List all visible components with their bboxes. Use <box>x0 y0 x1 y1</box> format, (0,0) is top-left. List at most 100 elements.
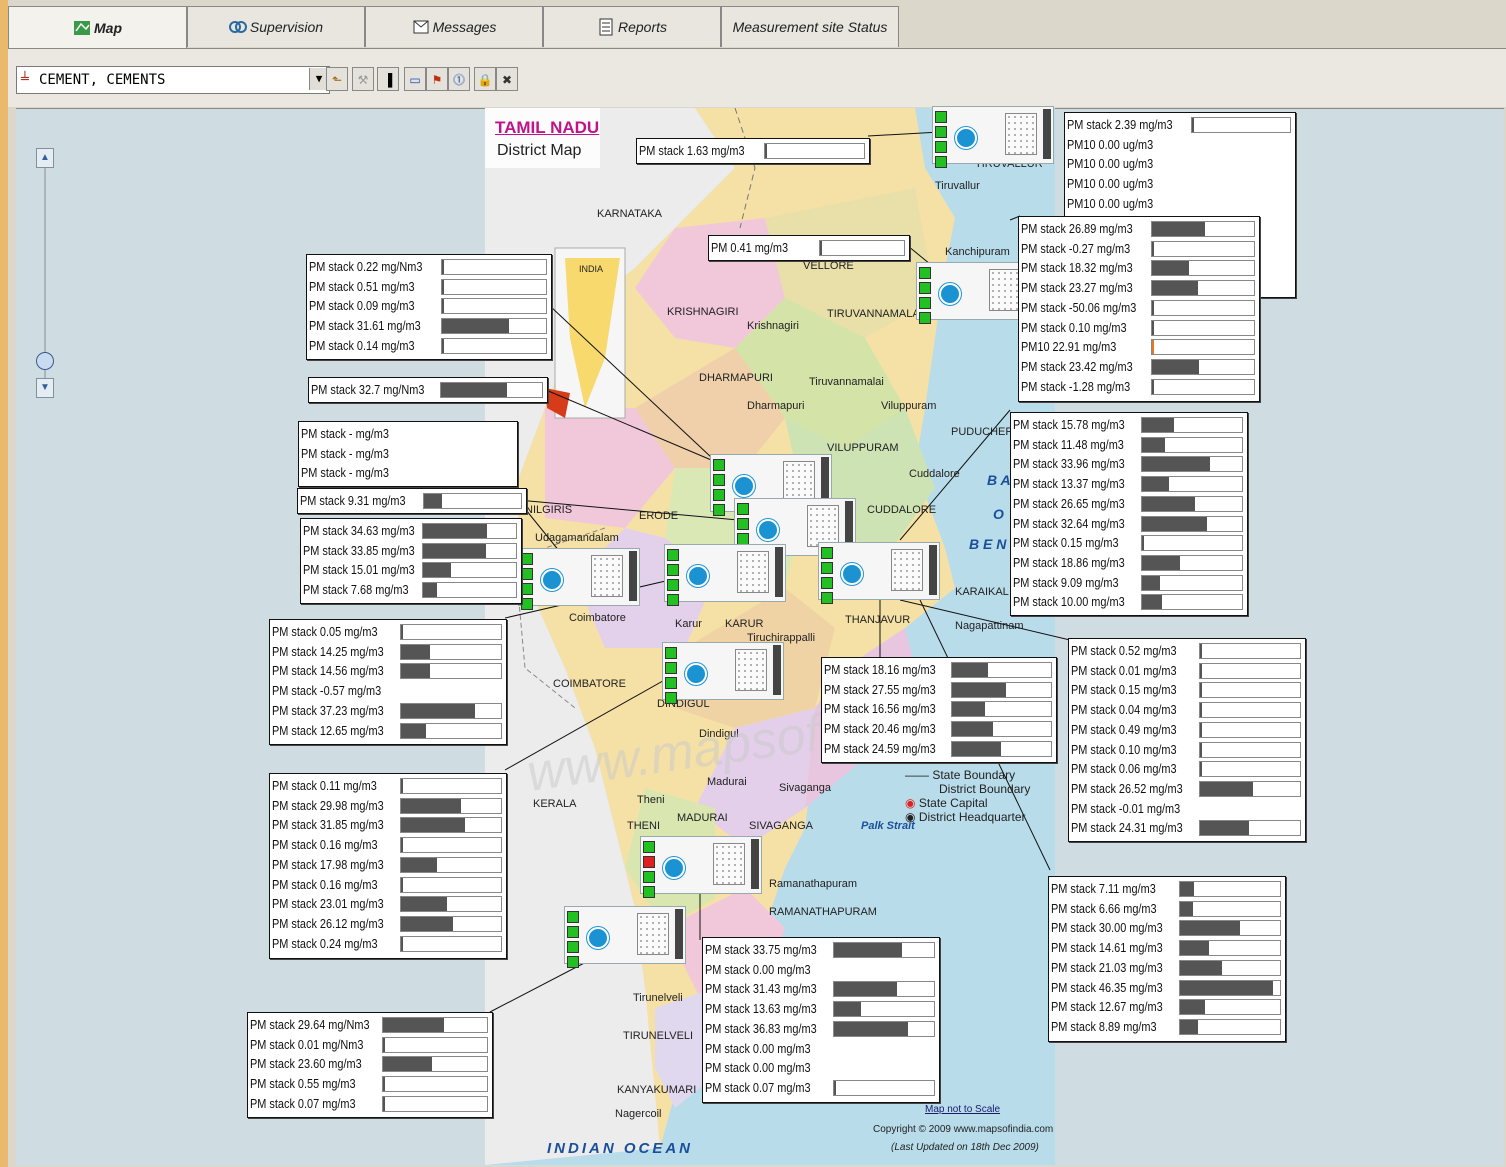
measurement-gauge <box>951 721 1052 738</box>
measurement-row: PM stack 0.00 mg/m3 <box>705 1058 937 1078</box>
gauge-fill <box>442 299 444 314</box>
device-karur[interactable] <box>664 544 786 606</box>
tools-button[interactable]: ✖ <box>496 67 518 91</box>
place-label: Udagamandalam <box>535 532 619 544</box>
ok-led-icon <box>713 474 725 486</box>
up-folder-button[interactable]: ⬑ <box>326 67 348 91</box>
place-label: B E N <box>969 536 1007 552</box>
device-virudhunagar[interactable] <box>640 836 762 898</box>
device-dindigul[interactable] <box>662 642 784 704</box>
window-button[interactable]: ▭ <box>404 67 426 91</box>
place-label: Coimbatore <box>569 612 626 624</box>
gauge-fill <box>401 703 475 718</box>
box-left-7[interactable]: PM stack 0.11 mg/m3 PM stack 29.98 mg/m3 P… <box>269 773 507 959</box>
box-pm041[interactable]: PM 0.41 mg/m3 <box>708 235 910 261</box>
gauge-fill <box>1200 683 1202 698</box>
ok-led-icon <box>567 956 579 968</box>
tab-messages[interactable]: Messages <box>365 6 543 47</box>
gauge-fill <box>383 1096 385 1111</box>
gauge-fill <box>1142 555 1180 570</box>
tab-label: Reports <box>617 19 668 35</box>
measurement-row: PM stack 31.43 mg/m3 <box>705 979 937 999</box>
measurement-row: PM stack 0.15 mg/m3 <box>1013 533 1245 553</box>
zoom-slider[interactable]: ▲ ▼ <box>36 148 54 398</box>
box-left-2[interactable]: PM stack 32.7 mg/Nm3 <box>308 377 548 403</box>
gauge-fill <box>1142 536 1144 551</box>
measurement-gauge <box>441 259 547 275</box>
info-circle-icon: ⓵ <box>452 73 465 87</box>
measurement-gauge <box>1141 535 1243 552</box>
measurement-label: PM stack 2.39 mg/m3 <box>1067 117 1173 132</box>
configure-button[interactable]: ⚒ <box>352 67 374 91</box>
device-top[interactable] <box>932 106 1054 168</box>
analyzer-logo-icon <box>685 663 707 685</box>
box-right-3[interactable]: PM stack 15.78 mg/m3 PM stack 11.48 mg/m3… <box>1010 412 1248 616</box>
gauge-fill <box>1200 722 1202 737</box>
box-left-1[interactable]: PM stack 0.22 mg/Nm3 PM stack 0.51 mg/m3 P… <box>306 254 552 360</box>
zoom-out-button[interactable]: ▼ <box>36 378 54 398</box>
place-label: CUDDALORE <box>867 504 937 516</box>
place-label: KARAIKAL <box>955 586 1009 598</box>
box-left-6[interactable]: PM stack 0.05 mg/m3 PM stack 14.25 mg/m3 P… <box>269 619 507 745</box>
zoom-thumb[interactable] <box>36 352 54 370</box>
gauge-fill <box>1200 762 1202 777</box>
legend-district-boundary: District Boundary <box>939 782 1031 796</box>
info-button[interactable]: ⓵ <box>448 67 470 91</box>
lock-button[interactable]: 🔒 <box>474 67 496 91</box>
measurement-row: PM stack 37.23 mg/m3 <box>272 701 504 721</box>
flag-button[interactable]: ⚑ <box>426 67 448 91</box>
measurement-row: PM stack 12.65 mg/m3 <box>272 721 504 741</box>
ok-led-icon <box>935 156 947 168</box>
place-label: KARNATAKA <box>597 208 662 220</box>
gauge-fill <box>1200 703 1202 718</box>
measurement-gauge <box>1151 319 1255 336</box>
tab-map[interactable]: Map <box>8 6 187 49</box>
measurement-label: PM stack 1.63 mg/m3 <box>639 143 745 158</box>
measurement-row: PM stack - mg/m3 <box>301 463 515 483</box>
measurement-row: PM stack 15.78 mg/m3 <box>1013 415 1245 435</box>
device-perambalur[interactable] <box>818 542 940 604</box>
site-select[interactable]: ╧ CEMENT, CEMENTS ▼ <box>16 66 330 94</box>
device-handle-icon <box>1043 109 1051 159</box>
zoom-in-button[interactable]: ▲ <box>36 148 54 168</box>
gauge-fill <box>1152 359 1199 374</box>
measurement-label: PM stack 9.31 mg/m3 <box>300 493 406 508</box>
place-label: Tirunelveli <box>633 992 683 1004</box>
box-top-center[interactable]: PM stack 1.63 mg/m3 <box>636 138 870 164</box>
box-bottom-left[interactable]: PM stack 29.64 mg/Nm3 PM stack 0.01 mg/Nm… <box>247 1012 493 1118</box>
measurement-label: PM stack 11.48 mg/m3 <box>1013 436 1124 452</box>
box-center[interactable]: PM stack 18.16 mg/m3 PM stack 27.55 mg/m3… <box>821 657 1057 763</box>
tab-supervision[interactable]: Supervision <box>187 6 365 47</box>
analyzer-logo-icon <box>587 927 609 949</box>
measurement-label: PM10 0.00 ug/m3 <box>1067 195 1154 211</box>
device-coimbatore[interactable] <box>518 548 640 610</box>
measurement-gauge <box>1199 702 1301 719</box>
measurement-row: PM stack 11.48 mg/m3 <box>1013 435 1245 455</box>
measurement-row: PM stack 0.11 mg/m3 <box>272 776 504 796</box>
ok-led-icon <box>713 459 725 471</box>
device-tirunelveli[interactable] <box>564 906 686 968</box>
box-left-5[interactable]: PM stack 34.63 mg/m3 PM stack 33.85 mg/m3… <box>300 518 522 604</box>
tab-measurement-site-status[interactable]: Measurement site Status <box>721 6 899 47</box>
measurement-row: PM stack 23.42 mg/m3 <box>1021 357 1257 377</box>
measurement-gauge <box>382 1036 488 1053</box>
reports-icon <box>597 18 615 36</box>
measurement-gauge <box>1151 378 1255 395</box>
tab-bar: Map Supervision Messages Reports Measure… <box>8 6 1506 49</box>
keypad-icon <box>735 649 767 691</box>
measurement-gauge <box>1141 594 1243 611</box>
measurement-gauge <box>1151 260 1255 277</box>
box-right-4[interactable]: PM stack 0.52 mg/m3 PM stack 0.01 mg/m3 PM… <box>1068 638 1306 842</box>
box-right-2[interactable]: PM stack 26.89 mg/m3 PM stack -0.27 mg/m3… <box>1018 216 1260 402</box>
measurement-gauge <box>422 562 517 579</box>
box-bottom-center[interactable]: PM stack 33.75 mg/m3 PM stack 0.00 mg/m3 P… <box>702 937 940 1103</box>
measurement-gauge <box>1151 358 1255 375</box>
signal-button[interactable]: ▐ <box>377 67 399 91</box>
box-right-5[interactable]: PM stack 7.11 mg/m3 PM stack 6.66 mg/m3 PM… <box>1048 876 1286 1042</box>
measurement-row: PM stack 0.00 mg/m3 <box>705 960 937 980</box>
box-left-4[interactable]: PM stack 9.31 mg/m3 <box>297 488 527 514</box>
gauge-fill <box>952 722 993 737</box>
box-left-3[interactable]: PM stack - mg/m3 PM stack - mg/m3 PM stack… <box>298 421 518 487</box>
map-updated: (Last Updated on 18th Dec 2009) <box>891 1142 1039 1153</box>
tab-reports[interactable]: Reports <box>543 6 721 47</box>
